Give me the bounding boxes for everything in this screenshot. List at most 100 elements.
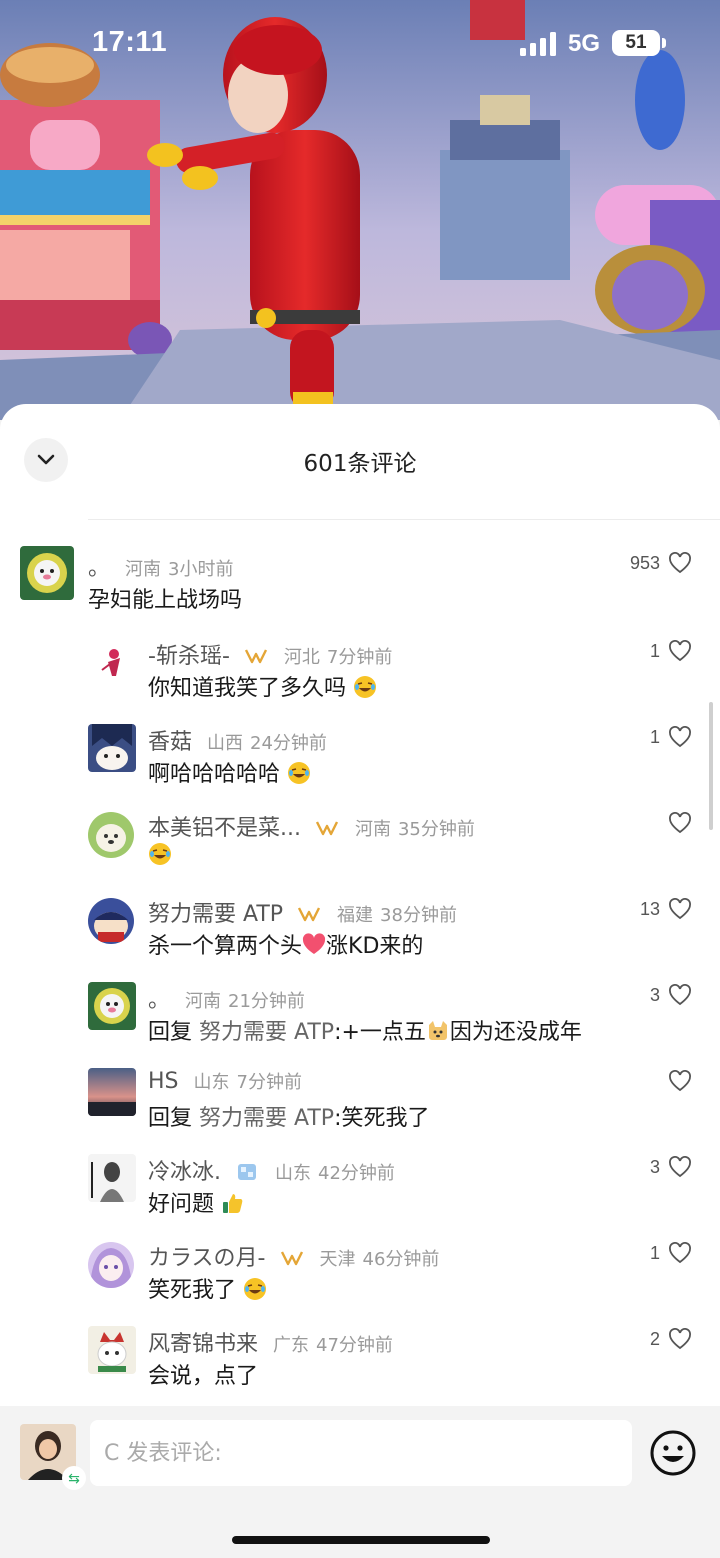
avatar[interactable] bbox=[88, 640, 134, 686]
heart-icon bbox=[669, 984, 691, 1006]
avatar[interactable] bbox=[88, 982, 136, 1030]
location: 山东 bbox=[275, 1163, 311, 1184]
like-button[interactable]: 3 bbox=[650, 1156, 692, 1178]
comment-text[interactable]: 杀一个算两个头 涨KD来的 bbox=[148, 928, 423, 960]
like-button[interactable]: 13 bbox=[640, 898, 692, 920]
comment-item[interactable]: 。 河南 3小时前 孕妇能上战场吗 953 bbox=[0, 546, 720, 632]
comment-meta: 努力需要 ATP 福建 38分钟前 bbox=[148, 896, 457, 928]
reply-item[interactable]: 。 河南 21分钟前 回复 努力需要 ATP:+一点五 因为还没成年 3 bbox=[0, 978, 720, 1064]
like-button[interactable] bbox=[668, 812, 692, 834]
avatar[interactable] bbox=[88, 1068, 136, 1116]
comment-text[interactable] bbox=[148, 842, 172, 868]
sketch-avatar-icon bbox=[88, 1154, 136, 1202]
emoji-picker-icon[interactable] bbox=[648, 1428, 698, 1478]
battery-indicator: 51 bbox=[612, 30, 660, 56]
heart-icon bbox=[669, 640, 691, 662]
cartoon-avatar-icon bbox=[88, 982, 136, 1030]
switch-account-icon[interactable]: ⇆ bbox=[62, 1466, 86, 1490]
comment-meta: 本美铝不是菜... 河南 35分钟前 bbox=[148, 810, 475, 842]
avatar[interactable] bbox=[88, 724, 136, 772]
comment-text[interactable]: 好问题 bbox=[148, 1186, 245, 1218]
username[interactable]: -斩杀瑶- bbox=[148, 644, 230, 669]
cartoon-face-avatar-icon bbox=[88, 898, 134, 944]
comment-text[interactable]: 回复 努力需要 ATP:笑死我了 bbox=[148, 1100, 429, 1132]
timestamp: 46分钟前 bbox=[362, 1249, 440, 1270]
comment-meta: 风寄锦书来 广东 47分钟前 bbox=[148, 1326, 393, 1358]
comment-text[interactable]: 孕妇能上战场吗 bbox=[88, 582, 242, 614]
like-count: 13 bbox=[639, 898, 660, 919]
comment-text[interactable]: 回复 努力需要 ATP:+一点五 因为还没成年 bbox=[148, 1014, 582, 1046]
header-divider bbox=[88, 519, 720, 520]
comment-text-content: 你知道我笑了多久吗 bbox=[148, 676, 347, 701]
reply-item[interactable]: 努力需要 ATP 福建 38分钟前 杀一个算两个头 涨KD来的 13 bbox=[0, 892, 720, 978]
avatar[interactable] bbox=[88, 1242, 134, 1288]
like-button[interactable] bbox=[668, 1070, 692, 1092]
timestamp: 21分钟前 bbox=[228, 991, 305, 1012]
comment-text-content: 啊哈哈哈哈哈 bbox=[148, 762, 281, 787]
reply-item[interactable]: 香菇 山西 24分钟前 啊哈哈哈哈哈 1 bbox=[0, 720, 720, 806]
avatar[interactable] bbox=[88, 812, 134, 858]
location: 河南 bbox=[185, 991, 222, 1012]
location: 山西 bbox=[207, 733, 244, 754]
comment-text-content: :笑死我了 bbox=[334, 1106, 430, 1131]
username[interactable]: 本美铝不是菜... bbox=[148, 816, 301, 841]
like-count: 2 bbox=[649, 1328, 660, 1349]
comment-text[interactable]: 笑死我了 bbox=[148, 1272, 267, 1304]
comment-meta: 。 河南 21分钟前 bbox=[148, 982, 305, 1014]
heart-icon bbox=[669, 1156, 691, 1178]
like-button[interactable]: 953 bbox=[630, 552, 692, 574]
like-button[interactable]: 1 bbox=[650, 1242, 692, 1264]
reply-label: 回复 bbox=[148, 1106, 193, 1131]
comment-text[interactable]: 你知道我笑了多久吗 bbox=[148, 670, 377, 702]
reply-item[interactable]: 本美铝不是菜... 河南 35分钟前 bbox=[0, 806, 720, 892]
comment-input[interactable] bbox=[90, 1420, 632, 1486]
comment-text-pre: :+一点五 bbox=[334, 1020, 426, 1045]
username[interactable]: 。 bbox=[148, 988, 170, 1013]
like-count: 1 bbox=[649, 726, 660, 747]
like-count: 3 bbox=[649, 984, 660, 1005]
reply-item[interactable]: -斩杀瑶- 河北 7分钟前 你知道我笑了多久吗 1 bbox=[0, 634, 720, 720]
username[interactable]: 努力需要 ATP bbox=[148, 902, 283, 927]
anime-girl-avatar-icon bbox=[88, 1242, 134, 1288]
home-indicator[interactable] bbox=[232, 1536, 490, 1544]
reply-target-username[interactable]: 努力需要 ATP bbox=[199, 1020, 334, 1045]
timestamp: 47分钟前 bbox=[316, 1335, 393, 1356]
laugh-cry-emoji-icon bbox=[354, 676, 377, 698]
username[interactable]: 香菇 bbox=[148, 730, 192, 755]
scrollbar[interactable] bbox=[709, 702, 713, 830]
like-button[interactable]: 1 bbox=[650, 640, 692, 662]
reply-item[interactable]: HS 山东 7分钟前 回复 努力需要 ATP:笑死我了 bbox=[0, 1064, 720, 1150]
like-button[interactable]: 3 bbox=[650, 984, 692, 1006]
like-button[interactable]: 1 bbox=[650, 726, 692, 748]
avatar[interactable] bbox=[88, 898, 134, 944]
reply-item[interactable]: 冷冰冰. 山东 42分钟前 好问题 3 bbox=[0, 1150, 720, 1236]
status-bar: 17:11 5G 51 bbox=[0, 0, 720, 86]
like-count: 3 bbox=[649, 1156, 660, 1177]
username[interactable]: 冷冰冰. bbox=[148, 1160, 221, 1185]
cartoon-avatar-icon bbox=[20, 546, 74, 600]
timestamp: 38分钟前 bbox=[380, 905, 457, 926]
network-label: 5G bbox=[568, 30, 601, 57]
comment-text[interactable]: 会说，点了 bbox=[148, 1358, 258, 1390]
avatar[interactable] bbox=[88, 1154, 136, 1202]
like-count: 953 bbox=[629, 552, 660, 573]
heart-icon bbox=[669, 726, 691, 748]
reply-item[interactable]: カラスの月- 天津 46分钟前 笑死我了 1 bbox=[0, 1236, 720, 1322]
comment-count-title: 601条评论 bbox=[303, 451, 417, 477]
sunset-avatar-icon bbox=[88, 1068, 136, 1116]
timestamp: 7分钟前 bbox=[236, 1072, 302, 1093]
comment-text[interactable]: 啊哈哈哈哈哈 bbox=[148, 756, 311, 788]
username[interactable]: HS bbox=[148, 1069, 179, 1094]
laugh-cry-emoji-icon bbox=[244, 1278, 267, 1300]
reply-item[interactable]: 风寄锦书来 广东 47分钟前 会说，点了 2 bbox=[0, 1322, 720, 1408]
avatar[interactable] bbox=[88, 1326, 136, 1374]
username[interactable]: 。 bbox=[88, 556, 110, 581]
avatar[interactable] bbox=[20, 546, 74, 600]
fan-badge-icon bbox=[297, 907, 321, 922]
username[interactable]: カラスの月- bbox=[148, 1246, 266, 1271]
reply-target-username[interactable]: 努力需要 ATP bbox=[199, 1106, 334, 1131]
like-button[interactable]: 2 bbox=[650, 1328, 692, 1350]
username[interactable]: 风寄锦书来 bbox=[148, 1332, 258, 1357]
status-time: 17:11 bbox=[92, 26, 168, 58]
doge-emoji-icon bbox=[428, 1021, 447, 1040]
